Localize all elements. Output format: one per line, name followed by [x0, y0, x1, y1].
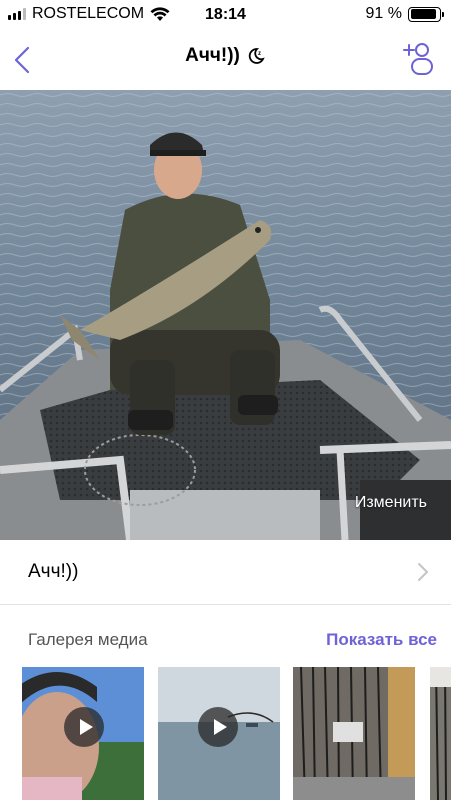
battery-level: [410, 9, 436, 19]
play-icon: [198, 707, 238, 747]
play-icon: [64, 707, 104, 747]
media-thumbnail: [293, 667, 415, 800]
add-user-icon: [403, 43, 433, 75]
media-item-photo-2[interactable]: [430, 667, 451, 800]
add-member-button[interactable]: [401, 38, 435, 78]
chat-name-label: Ачч!)): [28, 561, 79, 582]
media-item-video-2[interactable]: [158, 667, 280, 800]
media-gallery-title: Галерея медиа: [28, 630, 148, 649]
svg-text:z: z: [258, 51, 261, 57]
moon-icon: z: [248, 48, 265, 64]
status-right: 91 %: [365, 5, 444, 23]
chat-title-text: Ачч!)): [185, 45, 240, 66]
navigation-bar: Ачч!)) z: [0, 30, 451, 90]
media-item-video-1[interactable]: [22, 667, 144, 800]
edit-photo-button[interactable]: Изменить: [355, 494, 427, 512]
group-photo-image: [0, 90, 451, 540]
group-photo[interactable]: Изменить: [0, 90, 451, 540]
media-thumbnail: [430, 667, 451, 800]
chat-name-row[interactable]: Ачч!)): [0, 540, 451, 605]
battery-icon: [408, 6, 444, 22]
status-bar: ROSTELECOM 18:14 91 %: [0, 0, 451, 30]
chevron-right-icon: [418, 563, 428, 581]
show-all-button[interactable]: Показать все: [326, 630, 437, 650]
chat-title: Ачч!)) z: [0, 45, 451, 67]
media-gallery-header: Галерея медиа Показать все: [0, 620, 451, 660]
battery-percent: 91 %: [365, 5, 402, 22]
media-item-photo-1[interactable]: [293, 667, 415, 800]
